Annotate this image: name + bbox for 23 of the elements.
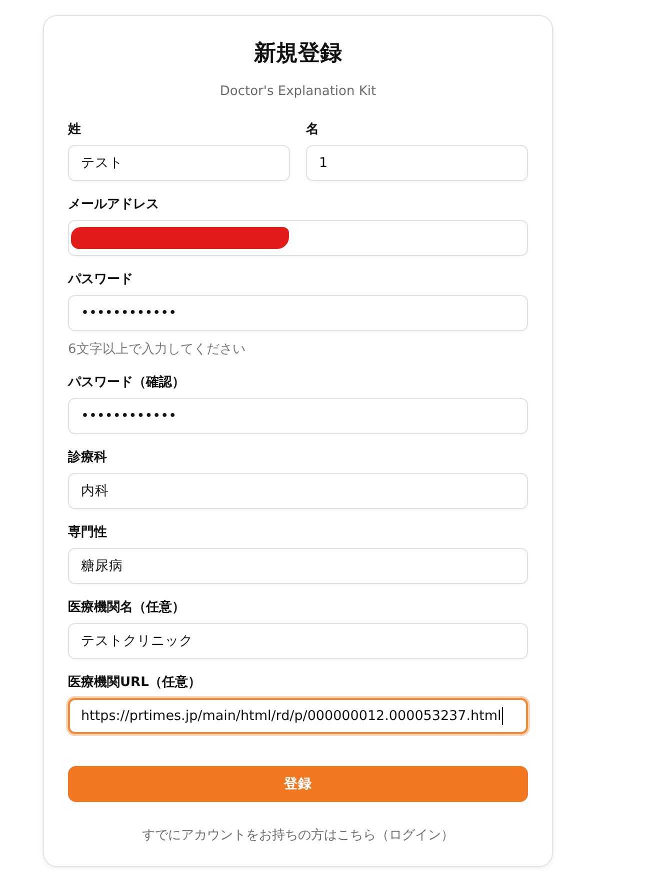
- input-field[interactable]: https://prtimes.jp/main/html/rd/p/000000012.000053237.html: [68, 698, 528, 734]
- hint-text: 6文字以上で入力してください: [68, 341, 246, 359]
- input-field[interactable]: [68, 220, 528, 256]
- field-label: 名: [306, 121, 319, 139]
- field-label: 診療科: [68, 449, 107, 467]
- input-field[interactable]: ••••••••••••: [68, 398, 528, 434]
- subtitle: Doctor's Explanation Kit: [218, 84, 378, 99]
- input-field[interactable]: ••••••••••••: [68, 295, 528, 331]
- input-field[interactable]: テストクリニック: [68, 623, 528, 659]
- field-label: 姓: [68, 121, 81, 139]
- login-link[interactable]: すでにアカウントをお持ちの方はこちら（ログイン）: [142, 826, 454, 844]
- input-field[interactable]: 1: [306, 145, 528, 181]
- field-label: 医療機関名（任意）: [68, 599, 185, 617]
- text-cursor: [502, 707, 504, 725]
- field-label: 医療機関URL（任意）: [68, 674, 201, 692]
- field-label: メールアドレス: [68, 196, 159, 214]
- field-label: パスワード: [68, 271, 133, 289]
- input-field[interactable]: 内科: [68, 473, 528, 509]
- field-label: 専門性: [68, 524, 107, 542]
- input-field[interactable]: 糖尿病: [68, 548, 528, 584]
- page-title: 新規登録: [252, 40, 343, 68]
- input-field[interactable]: テスト: [68, 145, 290, 181]
- field-label: パスワード（確認）: [68, 374, 185, 392]
